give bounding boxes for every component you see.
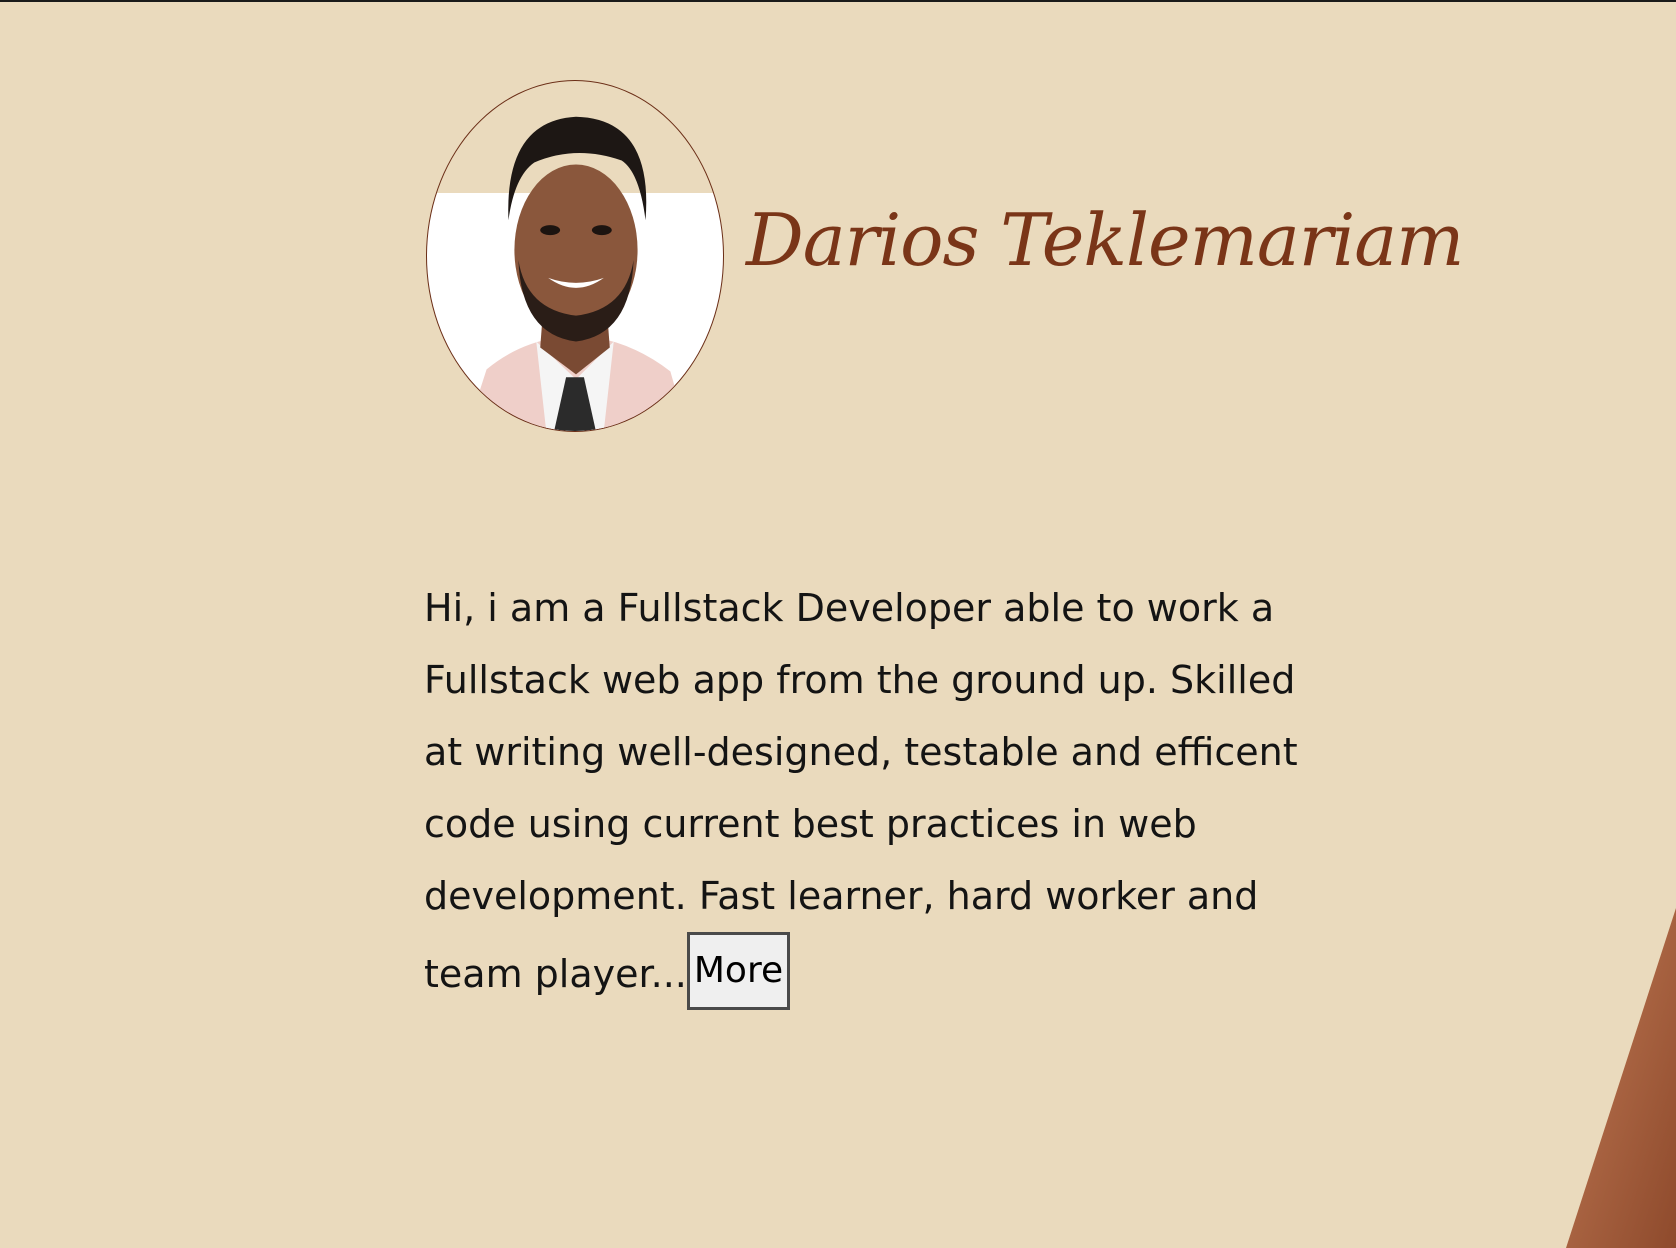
bio-paragraph: Hi, i am a Fullstack Developer able to w… — [424, 572, 1344, 1010]
bio-text: Hi, i am a Fullstack Developer able to w… — [424, 586, 1298, 996]
profile-name: Darios Teklemariam — [746, 198, 1464, 282]
person-photo-icon — [466, 116, 688, 431]
profile-header: Darios Teklemariam — [426, 80, 1464, 432]
more-button[interactable]: More — [686, 932, 791, 1010]
avatar — [426, 80, 724, 432]
top-border — [0, 0, 1676, 2]
decorative-corner-shape — [1566, 908, 1676, 1248]
